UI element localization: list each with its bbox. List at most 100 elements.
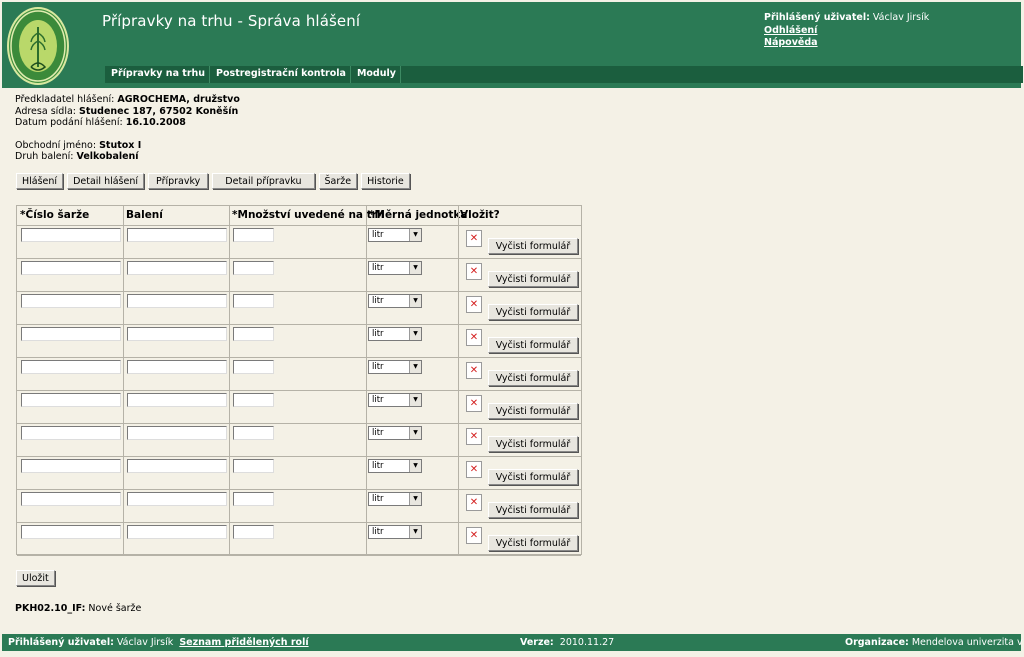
quantity-input[interactable]	[233, 426, 274, 440]
batch-number-input[interactable]	[21, 426, 121, 440]
save-button[interactable]: Uložit	[16, 570, 55, 586]
help-link[interactable]: Nápověda	[764, 37, 929, 50]
clear-form-button[interactable]: Vyčisti formulář	[488, 469, 578, 485]
batch-number-input[interactable]	[21, 228, 121, 242]
tab-pripravky[interactable]: Přípravky	[148, 173, 209, 189]
chevron-down-icon[interactable]: ▼	[409, 460, 421, 472]
page-code-desc: Nové šarže	[88, 603, 142, 614]
unit-select-value: litr	[372, 461, 384, 471]
insert-checkbox[interactable]: ✕	[466, 494, 482, 511]
chevron-down-icon[interactable]: ▼	[409, 493, 421, 505]
user-box: Přihlášený uživatel: Václav Jirsík Odhlá…	[764, 12, 929, 50]
quantity-input[interactable]	[233, 492, 274, 506]
chevron-down-icon[interactable]: ▼	[409, 394, 421, 406]
table-row: litr ▼ ✕ Vyčisti formulář	[17, 357, 581, 390]
date-label: Datum podání hlášení:	[15, 117, 123, 128]
packaging-input[interactable]	[127, 261, 227, 275]
column-header-baleni: Balení	[126, 209, 163, 221]
clear-form-button[interactable]: Vyčisti formulář	[488, 403, 578, 419]
row-divider	[17, 555, 581, 556]
unit-select[interactable]: litr ▼	[368, 492, 422, 506]
chevron-down-icon[interactable]: ▼	[409, 295, 421, 307]
table-row: litr ▼ ✕ Vyčisti formulář	[17, 489, 581, 522]
nav-item-moduly[interactable]: Moduly	[351, 66, 401, 83]
tab-detail-pripravku[interactable]: Detail přípravku	[212, 173, 315, 189]
unit-select[interactable]: litr ▼	[368, 294, 422, 308]
quantity-input[interactable]	[233, 525, 274, 539]
page-code-id: PKH02.10_IF:	[15, 603, 86, 614]
batch-number-input[interactable]	[21, 327, 121, 341]
packaging-input[interactable]	[127, 327, 227, 341]
quantity-input[interactable]	[233, 261, 274, 275]
packaging-input[interactable]	[127, 426, 227, 440]
insert-checkbox[interactable]: ✕	[466, 362, 482, 379]
clear-form-button[interactable]: Vyčisti formulář	[488, 238, 578, 254]
quantity-input[interactable]	[233, 360, 274, 374]
clear-form-button[interactable]: Vyčisti formulář	[488, 271, 578, 287]
unit-select[interactable]: litr ▼	[368, 459, 422, 473]
clear-form-button[interactable]: Vyčisti formulář	[488, 535, 578, 551]
batch-number-input[interactable]	[21, 492, 121, 506]
quantity-input[interactable]	[233, 459, 274, 473]
clear-form-button[interactable]: Vyčisti formulář	[488, 502, 578, 518]
unit-select[interactable]: litr ▼	[368, 525, 422, 539]
clear-form-button[interactable]: Vyčisti formulář	[488, 370, 578, 386]
quantity-input[interactable]	[233, 393, 274, 407]
chevron-down-icon[interactable]: ▼	[409, 361, 421, 373]
insert-checkbox[interactable]: ✕	[466, 296, 482, 313]
tab-historie[interactable]: Historie	[361, 173, 410, 189]
submitter-value: AGROCHEMA, družstvo	[117, 94, 240, 105]
packaging-input[interactable]	[127, 459, 227, 473]
packaging-input[interactable]	[127, 525, 227, 539]
insert-checkbox[interactable]: ✕	[466, 527, 482, 544]
quantity-input[interactable]	[233, 294, 274, 308]
trade-name-value: Stutox I	[99, 139, 142, 151]
unit-select[interactable]: litr ▼	[368, 228, 422, 242]
nav-item-pripravky-na-trhu[interactable]: Přípravky na trhu	[105, 66, 211, 83]
batch-number-input[interactable]	[21, 393, 121, 407]
packaging-input[interactable]	[127, 393, 227, 407]
unit-select-value: litr	[372, 296, 384, 306]
tab-detail-hlaseni[interactable]: Detail hlášení	[67, 173, 145, 189]
tab-hlaseni[interactable]: Hlášení	[16, 173, 64, 189]
packaging-input[interactable]	[127, 492, 227, 506]
roles-link[interactable]: Seznam přidělených rolí	[179, 637, 308, 648]
unit-select[interactable]: litr ▼	[368, 426, 422, 440]
packaging-label: Druh balení:	[15, 151, 74, 162]
clear-form-button[interactable]: Vyčisti formulář	[488, 304, 578, 320]
clear-form-button[interactable]: Vyčisti formulář	[488, 337, 578, 353]
unit-select-value: litr	[372, 395, 384, 405]
packaging-input[interactable]	[127, 360, 227, 374]
insert-checkbox[interactable]: ✕	[466, 395, 482, 412]
batch-number-input[interactable]	[21, 525, 121, 539]
quantity-input[interactable]	[233, 228, 274, 242]
column-header-merna-jednotka: *Měrná jednotka	[369, 209, 468, 221]
unit-select[interactable]: litr ▼	[368, 327, 422, 341]
chevron-down-icon[interactable]: ▼	[409, 229, 421, 241]
tab-sarze[interactable]: Šarže	[318, 173, 358, 189]
insert-checkbox[interactable]: ✕	[466, 428, 482, 445]
app-header: Přípravky na trhu - Správa hlášení Přihl…	[2, 2, 1023, 88]
insert-checkbox[interactable]: ✕	[466, 263, 482, 280]
clear-form-button[interactable]: Vyčisti formulář	[488, 436, 578, 452]
chevron-down-icon[interactable]: ▼	[409, 328, 421, 340]
packaging-input[interactable]	[127, 294, 227, 308]
chevron-down-icon[interactable]: ▼	[409, 427, 421, 439]
batch-number-input[interactable]	[21, 459, 121, 473]
batch-number-input[interactable]	[21, 261, 121, 275]
insert-checkbox[interactable]: ✕	[466, 461, 482, 478]
unit-select[interactable]: litr ▼	[368, 360, 422, 374]
logout-link[interactable]: Odhlášení	[764, 25, 929, 38]
unit-select[interactable]: litr ▼	[368, 261, 422, 275]
table-row: litr ▼ ✕ Vyčisti formulář	[17, 522, 581, 555]
chevron-down-icon[interactable]: ▼	[409, 526, 421, 538]
batch-number-input[interactable]	[21, 360, 121, 374]
unit-select[interactable]: litr ▼	[368, 393, 422, 407]
nav-item-postregistracni-kontrola[interactable]: Postregistrační kontrola	[210, 66, 351, 83]
packaging-input[interactable]	[127, 228, 227, 242]
chevron-down-icon[interactable]: ▼	[409, 262, 421, 274]
insert-checkbox[interactable]: ✕	[466, 329, 482, 346]
batch-number-input[interactable]	[21, 294, 121, 308]
quantity-input[interactable]	[233, 327, 274, 341]
insert-checkbox[interactable]: ✕	[466, 230, 482, 247]
